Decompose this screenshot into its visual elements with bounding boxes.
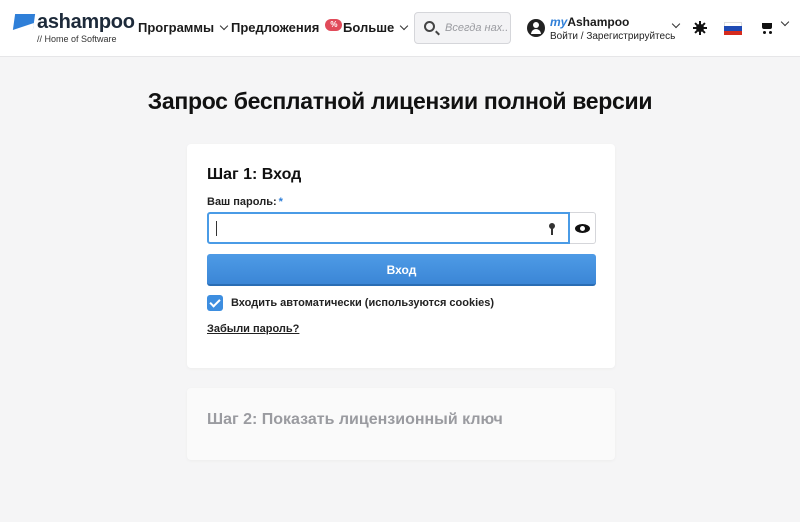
login-button[interactable]: Вход	[207, 254, 596, 286]
search-input[interactable]: Всегда нах...	[414, 12, 511, 44]
discount-badge: %	[325, 18, 343, 31]
account-login-link[interactable]: Войти / Зарегистрируйтесь	[550, 31, 675, 42]
remember-label: Входить автоматически (используются cook…	[231, 297, 495, 309]
site-header: ashampoo // Home of Software Программы П…	[0, 0, 800, 57]
account-menu[interactable]: myAshampoo Войти / Зарегистрируйтесь	[527, 14, 681, 44]
search-icon	[424, 21, 435, 32]
forgot-password-link[interactable]: Забыли пароль?	[207, 323, 299, 335]
account-brand: myAshampoo	[550, 15, 629, 29]
account-brand-prefix: my	[550, 15, 568, 29]
logo-tagline: // Home of Software	[37, 34, 117, 44]
password-label-text: Ваш пароль:	[207, 196, 277, 208]
chevron-down-icon	[671, 19, 681, 29]
logo-name: ashampoo	[37, 11, 135, 33]
text-caret	[216, 221, 217, 236]
chevron-down-icon	[400, 21, 409, 31]
required-mark: *	[278, 196, 283, 208]
nav-offers[interactable]: Предложения %	[231, 18, 343, 35]
remember-me[interactable]: Входить автоматически (используются cook…	[207, 295, 494, 311]
step1-title: Шаг 1: Вход	[207, 166, 302, 183]
sun-icon[interactable]	[693, 21, 707, 35]
nav-programs[interactable]: Программы	[138, 20, 229, 35]
chevron-down-icon	[219, 21, 229, 31]
show-password-button[interactable]	[570, 212, 596, 244]
login-card: Шаг 1: Вход Ваш пароль: * Вход Входить ав…	[187, 144, 615, 368]
search-placeholder: Всегда нах...	[445, 22, 507, 34]
nav-more-label: Больше	[343, 20, 395, 35]
account-icon	[527, 19, 545, 37]
page-title: Запрос бесплатной лицензии полной версии	[147, 88, 653, 114]
password-label: Ваш пароль: *	[207, 196, 283, 208]
account-brand-name: Ashampoo	[567, 15, 630, 29]
remember-checkbox[interactable]	[207, 295, 223, 311]
password-field[interactable]	[207, 212, 570, 244]
chevron-down-icon[interactable]	[780, 17, 790, 27]
nav-offers-label: Предложения	[231, 20, 320, 35]
nav-programs-label: Программы	[138, 20, 215, 35]
logo-mark-icon	[12, 14, 36, 30]
key-icon[interactable]	[549, 223, 561, 235]
flag-ru-icon[interactable]	[724, 22, 742, 35]
cart-icon[interactable]	[760, 21, 774, 34]
step2-title: Шаг 2: Показать лицензионный ключ	[207, 411, 503, 428]
eye-icon	[575, 224, 590, 233]
nav-more[interactable]: Больше	[343, 20, 409, 35]
license-key-card: Шаг 2: Показать лицензионный ключ	[187, 388, 615, 460]
